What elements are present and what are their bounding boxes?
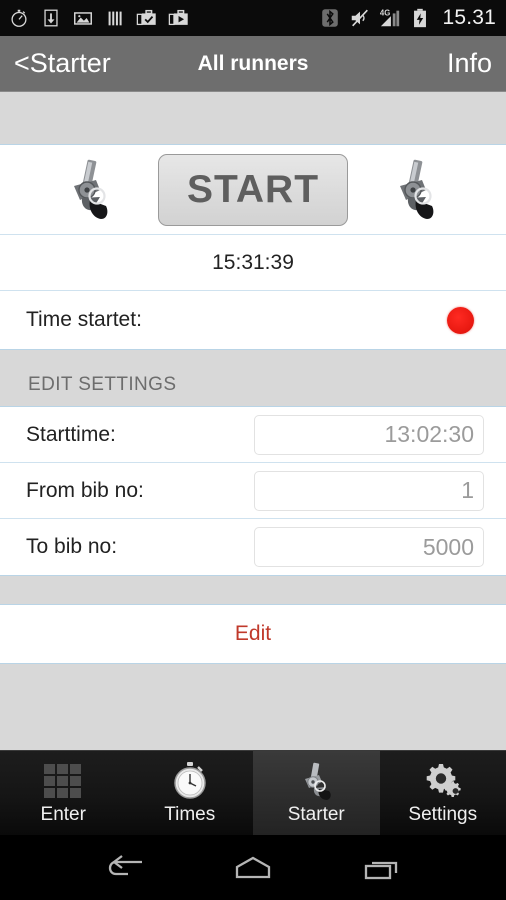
- time-started-row: Time startet:: [0, 291, 506, 349]
- starter-pistol-icon: [305, 762, 331, 800]
- tab-starter[interactable]: Starter: [253, 751, 380, 835]
- starttime-input[interactable]: [254, 414, 484, 455]
- briefcase-check-icon: [136, 9, 156, 26]
- recents-icon: [364, 861, 397, 879]
- android-recents-button[interactable]: [354, 848, 410, 888]
- current-time-value: 15:31:39: [212, 250, 294, 274]
- tab-enter[interactable]: Enter: [0, 751, 127, 835]
- android-home-button[interactable]: [225, 848, 281, 888]
- edit-settings-card: Starttime: From bib no: To bib no:: [0, 406, 506, 576]
- stopwatch-icon: [174, 761, 206, 799]
- time-started-status-indicator: [447, 306, 474, 334]
- download-icon: [44, 9, 58, 27]
- status-bar: 4G 15.31: [0, 0, 506, 36]
- tab-times-label: Times: [164, 803, 216, 825]
- gears-icon: [426, 763, 461, 797]
- start-button-row: START: [0, 145, 506, 235]
- back-icon: [109, 854, 143, 875]
- info-button[interactable]: Info: [308, 48, 492, 79]
- android-navigation-bar: [0, 835, 506, 900]
- tab-settings-label: Settings: [408, 803, 478, 825]
- start-card: START 15:31:39 Time startet:: [0, 144, 506, 350]
- starter-pistol-icon: [400, 159, 434, 219]
- back-to-starter-button[interactable]: <Starter: [14, 48, 198, 79]
- time-started-label: Time startet:: [26, 308, 142, 331]
- stopwatch-icon: [11, 9, 27, 27]
- start-button[interactable]: START: [158, 153, 348, 226]
- main-content: START 15:31:39 Time startet: EDIT SETTIN…: [0, 93, 506, 750]
- android-back-button[interactable]: [96, 848, 152, 888]
- mute-icon: [352, 9, 369, 27]
- tab-starter-label: Starter: [287, 803, 345, 825]
- edit-button[interactable]: Edit: [235, 622, 271, 646]
- phone-screen: 4G 15.31 <Starter All runners Info START…: [0, 0, 506, 900]
- starter-pistol-icon: [74, 159, 108, 219]
- starttime-row: Starttime:: [0, 407, 506, 463]
- from-bib-no-input[interactable]: [254, 470, 484, 511]
- current-time-row: 15:31:39: [0, 235, 506, 291]
- battery-charging-icon: [414, 8, 427, 28]
- to-bib-no-input[interactable]: [254, 527, 484, 567]
- top-spacer: [0, 93, 506, 144]
- edit-settings-section-header: EDIT SETTINGS: [28, 374, 177, 395]
- bottom-tab-bar: Enter Times Starter Settings: [0, 750, 506, 835]
- tab-enter-label: Enter: [40, 803, 86, 825]
- photo-icon: [74, 12, 92, 25]
- home-icon: [235, 856, 271, 878]
- tab-times[interactable]: Times: [127, 751, 254, 835]
- grid-icon: [44, 763, 82, 798]
- signal-4g-icon: 4G: [380, 8, 400, 27]
- status-bar-notification-icons: [8, 6, 319, 30]
- edit-action-card[interactable]: Edit: [0, 604, 506, 664]
- barcode-icon: [108, 11, 122, 26]
- to-bib-no-label: To bib no:: [26, 535, 118, 558]
- tab-settings[interactable]: Settings: [380, 751, 506, 835]
- starttime-label: Starttime:: [26, 422, 116, 446]
- page-title: All runners: [197, 51, 309, 75]
- from-bib-no-label: From bib no:: [26, 478, 144, 502]
- to-bib-no-row: To bib no:: [0, 519, 506, 575]
- settings-edit-spacer: [0, 576, 506, 604]
- bluetooth-icon: [322, 9, 339, 27]
- status-bar-system-icons: 4G 15.31: [319, 6, 496, 30]
- app-navigation-bar: <Starter All runners Info: [0, 36, 506, 92]
- briefcase-play-icon: [168, 9, 188, 26]
- from-bib-no-row: From bib no:: [0, 463, 506, 519]
- svg-text:4G: 4G: [380, 8, 390, 17]
- status-bar-clock: 15.31: [442, 6, 496, 29]
